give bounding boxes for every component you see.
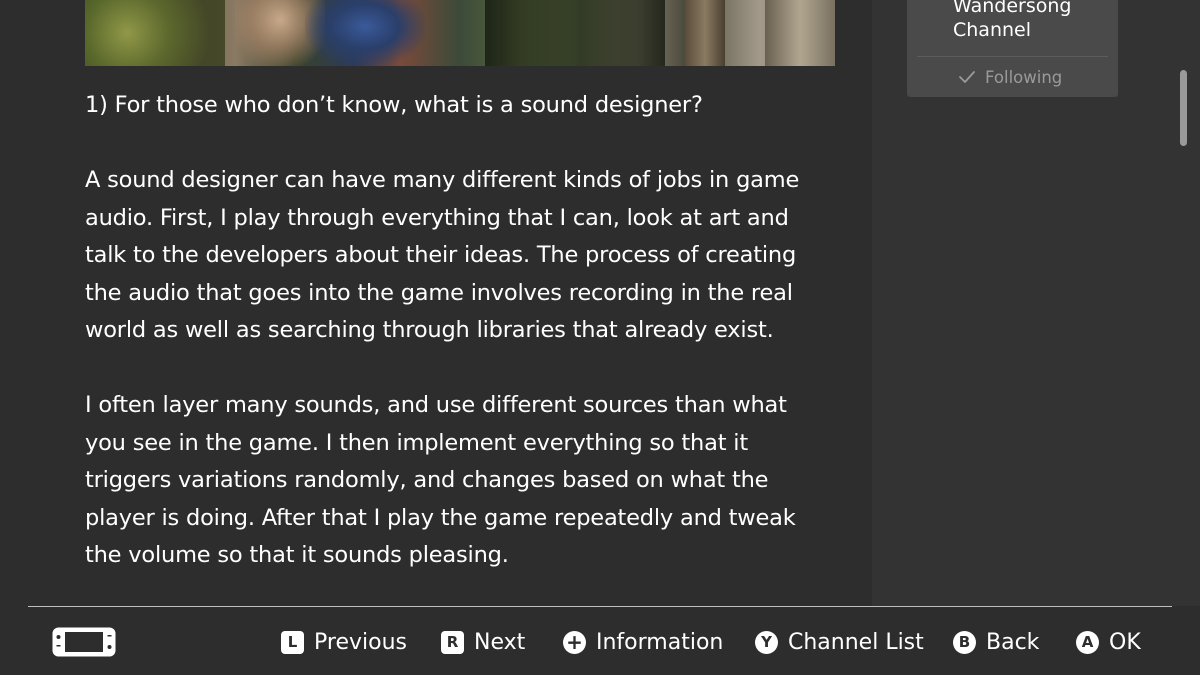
next-label: Next: [474, 629, 526, 655]
y-button-icon: Y: [755, 630, 778, 654]
handheld-console-icon: [52, 627, 116, 657]
button-guide-bar: L Previous R Next + Information Y Channe…: [0, 607, 1200, 675]
article-paragraph: A sound designer can have many different…: [85, 167, 800, 343]
l-button-icon: L: [281, 630, 304, 654]
previous-label: Previous: [314, 629, 407, 655]
channel-list-label: Channel List: [788, 629, 924, 655]
information-button[interactable]: + Information: [563, 625, 723, 659]
card-divider: [917, 56, 1108, 57]
previous-button[interactable]: L Previous: [281, 625, 407, 659]
ok-label: OK: [1109, 629, 1141, 655]
next-button[interactable]: R Next: [441, 625, 525, 659]
a-button-icon: A: [1076, 630, 1099, 654]
news-article-page: 1) For those who don’t know, what is a s…: [0, 0, 1200, 675]
channel-side-panel: Wandersong Channel Following: [872, 0, 1200, 606]
ok-button[interactable]: A OK: [1076, 625, 1141, 659]
article-content[interactable]: 1) For those who don’t know, what is a s…: [0, 0, 872, 606]
article-body: 1) For those who don’t know, what is a s…: [85, 87, 825, 606]
channel-card[interactable]: Wandersong Channel Following: [907, 0, 1118, 97]
b-button-icon: B: [953, 630, 976, 654]
article-question: 1) For those who don’t know, what is a s…: [85, 92, 703, 118]
article-hero-image: [85, 0, 835, 66]
follow-status-button[interactable]: Following: [957, 65, 1062, 89]
information-label: Information: [596, 629, 724, 655]
channel-list-button[interactable]: Y Channel List: [755, 625, 924, 659]
channel-name: Wandersong Channel: [953, 0, 1072, 41]
follow-status-label: Following: [985, 67, 1063, 87]
r-button-icon: R: [441, 630, 464, 654]
plus-button-icon: +: [563, 630, 586, 654]
back-button[interactable]: B Back: [953, 625, 1039, 659]
scrollbar[interactable]: [1180, 70, 1187, 146]
check-icon: [959, 71, 975, 83]
back-label: Back: [986, 629, 1040, 655]
article-paragraph: I often layer many sounds, and use diffe…: [85, 392, 796, 568]
